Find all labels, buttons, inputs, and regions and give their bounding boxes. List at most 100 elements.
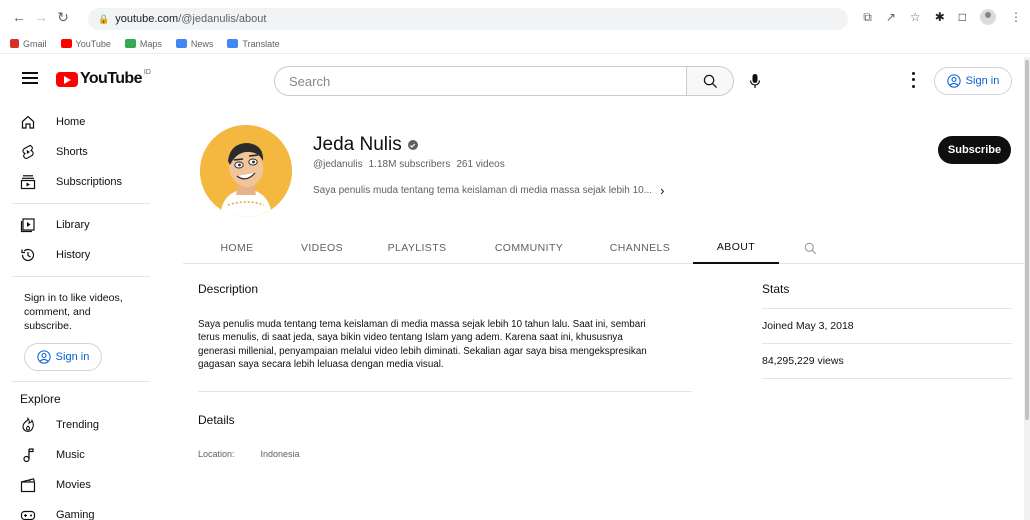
search-icon bbox=[804, 242, 816, 254]
lock-icon: 🔒 bbox=[98, 13, 110, 24]
tab-about[interactable]: ABOUT bbox=[693, 232, 779, 264]
scrollbar-thumb[interactable] bbox=[1025, 60, 1029, 420]
view-count: 84,295,229 views bbox=[762, 344, 1012, 379]
sidebar-item-music[interactable]: Music bbox=[0, 440, 150, 470]
bookmark-gmail[interactable]: Gmail bbox=[10, 39, 47, 49]
profile-icon[interactable] bbox=[980, 9, 996, 25]
forward-arrow-icon[interactable]: → bbox=[32, 9, 50, 25]
yt-masthead: YouTube ID Sign in bbox=[0, 55, 1030, 107]
joined-date: Joined May 3, 2018 bbox=[762, 309, 1012, 344]
maps-icon bbox=[124, 39, 136, 48]
location-label: Location: bbox=[198, 449, 235, 460]
account-icon bbox=[37, 350, 51, 364]
section-divider bbox=[198, 391, 692, 393]
search-input[interactable] bbox=[274, 66, 686, 96]
signin-button[interactable]: Sign in bbox=[934, 67, 1012, 95]
search-icon bbox=[703, 74, 717, 88]
reload-icon[interactable]: ↻ bbox=[54, 9, 72, 26]
url-host: youtube.com bbox=[115, 13, 179, 25]
chevron-right-icon: › bbox=[660, 183, 665, 198]
home-icon bbox=[20, 114, 36, 130]
explore-heading: Explore bbox=[20, 392, 61, 406]
sidebar-item-subscriptions[interactable]: Subscriptions bbox=[0, 167, 150, 197]
address-bar[interactable]: 🔒 youtube.com/@jedanulis/about bbox=[88, 8, 848, 30]
news-icon bbox=[175, 39, 187, 48]
sidepanel-icon[interactable]: □ bbox=[959, 10, 966, 24]
sidebar-divider bbox=[12, 381, 150, 382]
description-text: Saya penulis muda tentang tema keislaman… bbox=[198, 319, 647, 370]
voice-search-button[interactable] bbox=[743, 69, 767, 93]
music-icon bbox=[20, 447, 36, 463]
sidebar: Home Shorts Subscriptions Library Histor… bbox=[0, 107, 150, 520]
about-stats: Stats Joined May 3, 2018 84,295,229 view… bbox=[762, 282, 1012, 379]
sidebar-item-history[interactable]: History bbox=[0, 240, 150, 270]
logo-text: YouTube bbox=[80, 70, 142, 87]
account-icon bbox=[947, 74, 961, 88]
install-icon[interactable]: ⧉ bbox=[863, 10, 872, 25]
channel-description-preview[interactable]: Saya penulis muda tentang tema keislaman… bbox=[313, 183, 664, 198]
library-icon bbox=[20, 217, 36, 233]
channel-name: Jeda Nulis bbox=[313, 134, 418, 156]
sidebar-item-movies[interactable]: Movies bbox=[0, 470, 150, 500]
bookmark-news[interactable]: News bbox=[175, 39, 213, 49]
youtube-logo[interactable]: YouTube ID bbox=[56, 68, 151, 88]
region-code: ID bbox=[143, 68, 151, 76]
video-count: 261 videos bbox=[456, 159, 505, 170]
youtube-play-icon bbox=[56, 71, 78, 87]
trending-icon bbox=[20, 417, 36, 433]
history-icon bbox=[20, 247, 36, 263]
extensions-icon[interactable]: ✱ bbox=[935, 10, 945, 24]
location-row: Location: Indonesia bbox=[198, 449, 692, 459]
sidebar-item-gaming[interactable]: Gaming bbox=[0, 500, 150, 520]
tab-community[interactable]: COMMUNITY bbox=[483, 232, 575, 264]
star-icon[interactable]: ☆ bbox=[910, 10, 921, 24]
channel-avatar[interactable] bbox=[200, 125, 292, 217]
sidebar-item-home[interactable]: Home bbox=[0, 107, 150, 137]
shorts-icon bbox=[20, 144, 36, 160]
gmail-icon bbox=[10, 39, 19, 48]
bookmark-translate[interactable]: Translate bbox=[227, 39, 280, 49]
channel-meta: @jedanulis 1.18M subscribers 261 videos bbox=[313, 159, 505, 170]
about-main: Description Saya penulis muda tentang te… bbox=[198, 282, 692, 459]
subscribe-button[interactable]: Subscribe bbox=[938, 136, 1011, 164]
sidebar-item-trending[interactable]: Trending bbox=[0, 410, 150, 440]
browser-actions: ⧉ ↗ ☆ ✱ □ ⋮ bbox=[863, 9, 1022, 25]
description-title: Description bbox=[198, 282, 259, 296]
search-box bbox=[274, 66, 734, 96]
channel-tabs: HOME VIDEOS PLAYLISTS COMMUNITY CHANNELS… bbox=[183, 232, 1030, 264]
movies-icon bbox=[20, 477, 36, 493]
gaming-icon bbox=[20, 507, 36, 520]
signin-label: Sign in bbox=[55, 351, 90, 363]
bookmarks-bar: Gmail YouTube Maps News Translate bbox=[0, 34, 1030, 54]
tab-videos[interactable]: VIDEOS bbox=[293, 232, 351, 264]
location-value: Indonesia bbox=[260, 449, 300, 460]
sidebar-divider bbox=[12, 276, 150, 277]
verified-icon bbox=[407, 140, 418, 150]
tab-home[interactable]: HOME bbox=[211, 232, 263, 264]
microphone-icon bbox=[749, 74, 761, 88]
translate-icon bbox=[227, 39, 239, 48]
back-arrow-icon[interactable]: ← bbox=[10, 9, 28, 25]
subscriptions-icon bbox=[20, 174, 36, 190]
sidebar-item-shorts[interactable]: Shorts bbox=[0, 137, 150, 167]
sidebar-item-library[interactable]: Library bbox=[0, 210, 150, 240]
youtube-icon bbox=[60, 39, 72, 48]
settings-menu-icon[interactable] bbox=[906, 70, 920, 90]
signin-prompt: Sign in to like videos, comment, and sub… bbox=[24, 292, 123, 332]
signin-label: Sign in bbox=[965, 75, 1000, 87]
channel-search-button[interactable] bbox=[795, 232, 825, 264]
channel-handle: @jedanulis bbox=[313, 159, 363, 170]
menu-icon[interactable] bbox=[22, 72, 38, 84]
share-icon[interactable]: ↗ bbox=[886, 10, 896, 24]
search-button[interactable] bbox=[686, 66, 734, 96]
url-path: /@jedanulis/about bbox=[178, 13, 267, 25]
tab-playlists[interactable]: PLAYLISTS bbox=[379, 232, 455, 264]
subscriber-count: 1.18M subscribers bbox=[368, 159, 451, 170]
bookmark-maps[interactable]: Maps bbox=[124, 39, 162, 49]
tab-channels[interactable]: CHANNELS bbox=[603, 232, 677, 264]
sidebar-divider bbox=[12, 203, 150, 204]
sidebar-signin-button[interactable]: Sign in bbox=[24, 343, 102, 371]
stats-title: Stats bbox=[762, 282, 1012, 309]
bookmark-youtube[interactable]: YouTube bbox=[60, 39, 111, 49]
browser-menu-icon[interactable]: ⋮ bbox=[1010, 10, 1022, 24]
